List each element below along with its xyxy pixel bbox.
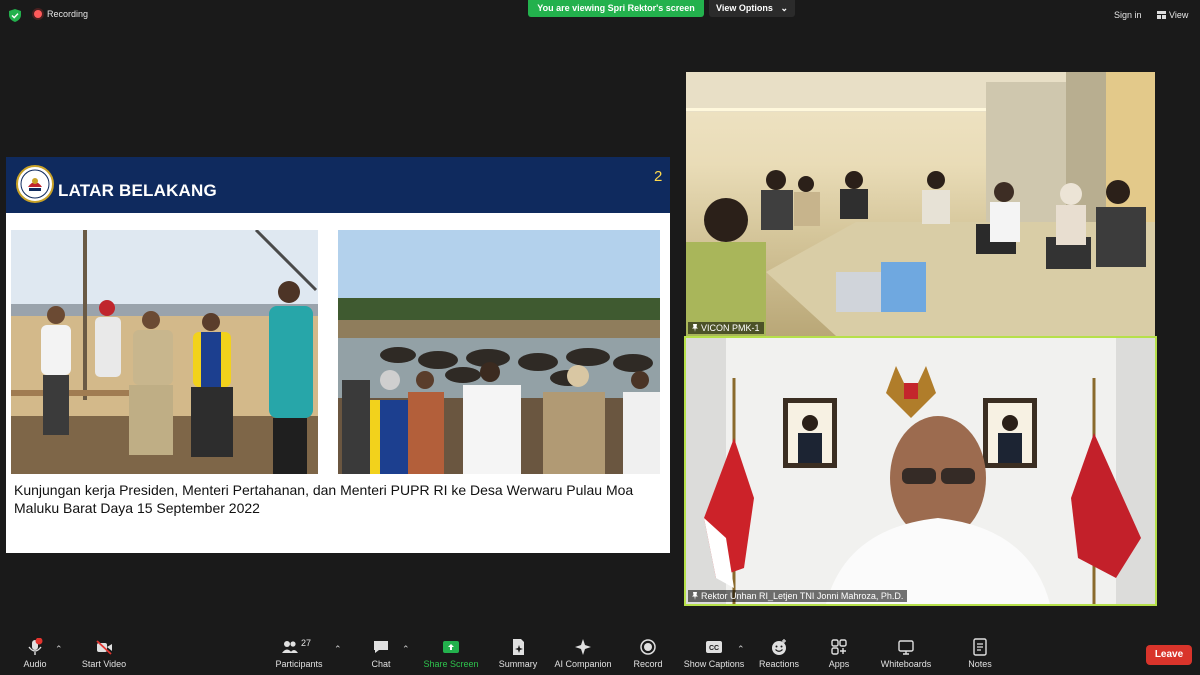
share-screen-button[interactable]: Share Screen xyxy=(423,632,479,675)
participant-name: VICON PMK-1 xyxy=(701,323,760,333)
summary-label: Summary xyxy=(498,659,538,669)
pin-icon xyxy=(692,324,698,332)
share-screen-icon xyxy=(443,641,459,653)
record-button[interactable]: Record xyxy=(631,632,665,675)
audio-label: Audio xyxy=(23,659,47,669)
chat-bubble-icon xyxy=(374,641,388,653)
show-captions-button[interactable]: CC Show Captions xyxy=(683,632,745,675)
captions-options-caret-icon[interactable]: ⌃ xyxy=(737,644,745,655)
chevron-down-icon: ⌄ xyxy=(780,3,788,13)
captions-cc-icon: CC xyxy=(706,641,722,653)
reactions-label: Reactions xyxy=(758,659,800,669)
whiteboards-button[interactable]: Whiteboards xyxy=(878,632,934,675)
ai-companion-button[interactable]: AI Companion xyxy=(553,632,613,675)
sign-in-link[interactable]: Sign in xyxy=(1114,10,1142,20)
record-label: Record xyxy=(633,659,663,669)
view-options-label: View Options xyxy=(716,3,773,13)
slide-caption: Kunjungan kerja Presiden, Menteri Pertah… xyxy=(14,482,634,516)
security-shield-icon[interactable] xyxy=(9,9,21,22)
smiley-icon xyxy=(772,639,786,655)
participants-button[interactable]: 27 Participants xyxy=(274,632,324,675)
speaker-video xyxy=(686,338,1155,604)
chat-options-caret-icon[interactable]: ⌃ xyxy=(402,644,410,655)
recording-indicator[interactable]: Recording xyxy=(34,9,88,19)
video-off-icon xyxy=(96,640,112,655)
notes-icon xyxy=(973,638,987,656)
recording-dot-icon xyxy=(34,10,42,18)
whiteboards-label: Whiteboards xyxy=(880,659,932,669)
viewing-screen-banner: You are viewing Spri Rektor's screen xyxy=(528,0,704,17)
participants-label: Participants xyxy=(275,659,323,669)
audio-options-caret-icon[interactable]: ⌃ xyxy=(55,644,63,655)
view-grid-icon xyxy=(1157,11,1166,19)
participant-name-tag: Rektor Unhan RI_Letjen TNI Jonni Mahroza… xyxy=(688,590,908,602)
participants-options-caret-icon[interactable]: ⌃ xyxy=(334,644,342,655)
microphone-icon xyxy=(28,638,43,655)
pin-icon xyxy=(692,592,698,600)
participants-count: 27 xyxy=(301,638,312,648)
view-button[interactable]: View xyxy=(1157,10,1188,20)
apps-button[interactable]: Apps xyxy=(826,632,852,675)
participant-name: Rektor Unhan RI_Letjen TNI Jonni Mahroza… xyxy=(701,591,904,601)
visit-photo-officials xyxy=(11,230,318,474)
people-icon xyxy=(282,641,298,653)
meeting-toolbar: Audio ⌃ Start Video 27 Participants ⌃ Ch… xyxy=(0,632,1200,675)
slide-title: LATAR BELAKANG xyxy=(58,181,217,200)
top-bar: Recording You are viewing Spri Rektor's … xyxy=(0,0,1200,30)
summary-document-icon xyxy=(513,639,524,655)
notes-label: Notes xyxy=(968,659,992,669)
video-tile-active-speaker[interactable]: Rektor Unhan RI_Letjen TNI Jonni Mahroza… xyxy=(684,336,1157,606)
share-screen-label: Share Screen xyxy=(423,659,479,669)
apps-label: Apps xyxy=(828,659,850,669)
participants-icon-group: 27 xyxy=(281,638,317,656)
apps-grid-icon xyxy=(831,639,847,655)
start-video-button[interactable]: Start Video xyxy=(80,632,128,675)
audio-button[interactable]: Audio xyxy=(18,632,52,675)
view-options-button[interactable]: View Options ⌄ xyxy=(709,0,795,17)
notes-button[interactable]: Notes xyxy=(964,632,996,675)
ministry-logo xyxy=(16,165,54,203)
ai-companion-label: AI Companion xyxy=(554,659,612,669)
video-tile-vicon[interactable]: VICON PMK-1 xyxy=(686,72,1155,336)
reactions-button[interactable]: Reactions xyxy=(758,632,800,675)
shared-screen: LATAR BELAKANG 2 Kunjungan kerja Preside… xyxy=(6,157,670,553)
chat-label: Chat xyxy=(371,659,391,669)
chat-button[interactable]: Chat xyxy=(368,632,394,675)
visit-photo-buffalo xyxy=(338,230,660,474)
summary-button[interactable]: Summary xyxy=(497,632,539,675)
sparkle-icon xyxy=(575,639,591,655)
leave-button[interactable]: Leave xyxy=(1146,645,1192,665)
svg-text:CC: CC xyxy=(709,645,719,652)
show-captions-label: Show Captions xyxy=(683,659,745,669)
recording-label: Recording xyxy=(47,9,89,19)
start-video-label: Start Video xyxy=(81,659,127,669)
slide-header: LATAR BELAKANG 2 xyxy=(6,157,670,213)
slide-page-number: 2 xyxy=(654,168,663,185)
whiteboard-icon xyxy=(898,640,914,655)
record-icon xyxy=(640,639,656,655)
participant-name-tag: VICON PMK-1 xyxy=(688,322,764,334)
view-label: View xyxy=(1169,10,1189,20)
conference-room-video xyxy=(686,72,1155,336)
